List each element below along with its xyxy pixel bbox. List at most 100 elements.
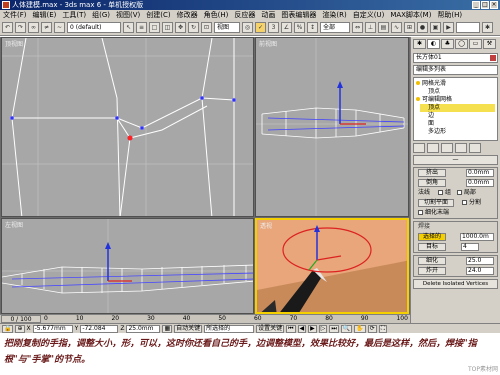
named-selection-dropdown[interactable]: 0 (default) [67, 22, 121, 33]
spinner-snap-icon[interactable]: ↕ [307, 22, 318, 33]
object-name-field[interactable]: 长方体01 [413, 53, 498, 63]
rollout-divider[interactable]: — [413, 155, 498, 165]
link-icon[interactable]: ∞ [28, 22, 39, 33]
maximize-button[interactable]: □ [481, 1, 489, 9]
display-tab-icon[interactable]: ▭ [469, 39, 482, 49]
mirror-icon[interactable]: ⇔ [352, 22, 363, 33]
window-crossing-icon[interactable]: ◫ [162, 22, 173, 33]
menu-animation[interactable]: 动画 [261, 10, 275, 20]
remove-isolated-button[interactable]: Delete Isolated Vertices [413, 279, 498, 289]
key-filter-dropdown[interactable]: 所选择的 [204, 324, 255, 333]
menu-edit[interactable]: 编辑(E) [33, 10, 57, 20]
menu-views[interactable]: 视图(V) [116, 10, 140, 20]
object-color-swatch[interactable] [490, 55, 496, 61]
group-radio-dot[interactable] [437, 190, 443, 195]
select-icon[interactable]: ↖ [123, 22, 134, 33]
render-scene-icon[interactable]: ▣ [430, 22, 441, 33]
viewport-left[interactable]: 左视图 [1, 218, 254, 314]
redo-icon[interactable]: ↷ [15, 22, 26, 33]
lock-selection-icon[interactable]: 🔒 [2, 324, 14, 333]
extrude-spinner[interactable]: 0.0mm [466, 169, 494, 177]
auto-key-button[interactable]: 自动关键 [174, 324, 203, 333]
hierarchy-tab-icon[interactable]: ♣ [441, 39, 454, 49]
absolute-mode-icon[interactable]: ⊕ [15, 324, 25, 333]
menu-group[interactable]: 组(G) [92, 10, 110, 20]
render-last-icon[interactable]: ✱ [482, 22, 493, 33]
stack-item-vertex[interactable]: 顶点 [420, 104, 495, 112]
split-checkbox[interactable]: 分割 [462, 198, 481, 208]
play-icon[interactable]: ▶ [308, 324, 317, 333]
next-frame-icon[interactable]: ▷ [318, 324, 328, 333]
selection-filter-dropdown[interactable]: 全部 [320, 22, 350, 33]
go-to-end-icon[interactable]: ⏭ [329, 324, 339, 333]
make-unique-icon[interactable] [441, 143, 453, 153]
menu-reactor[interactable]: 反应器 [234, 10, 255, 20]
select-by-name-icon[interactable]: ≡ [136, 22, 147, 33]
viewport-label-top[interactable]: 顶视图 [5, 39, 23, 48]
weld-target-spinner[interactable]: 4 [461, 243, 479, 251]
group-radio[interactable]: 组 [437, 189, 451, 196]
split-check[interactable] [462, 200, 467, 205]
tessellate-button[interactable]: 细化 [418, 257, 446, 265]
select-manipulate-icon[interactable]: ✓ [255, 22, 266, 33]
slice-plane-button[interactable]: 切割平面 [418, 199, 454, 207]
weld-threshold-spinner[interactable]: 1000.0m [460, 233, 494, 241]
local-radio[interactable]: 局部 [456, 189, 476, 196]
create-tab-icon[interactable]: ✱ [413, 39, 426, 49]
menu-modifiers[interactable]: 修改器 [177, 10, 198, 20]
explode-spinner[interactable]: 24.0 [466, 267, 494, 275]
maximize-viewport-icon[interactable]: ⛶ [378, 324, 388, 333]
select-move-icon[interactable]: ✥ [175, 22, 186, 33]
bulb-icon[interactable] [416, 97, 420, 101]
snap-toggle-icon[interactable]: 3 [268, 22, 279, 33]
menu-character[interactable]: 角色(H) [204, 10, 229, 20]
configure-sets-icon[interactable] [469, 143, 481, 153]
stack-item-polygon[interactable]: 多边形 [428, 128, 446, 136]
weld-selected-button[interactable]: 选择的 [418, 233, 446, 241]
layer-manager-icon[interactable]: ▤ [378, 22, 389, 33]
chamfer-button[interactable]: 倒角 [418, 179, 446, 187]
stack-item-meshsmooth[interactable]: 网格光滑 [416, 80, 446, 88]
menu-rendering[interactable]: 渲染(R) [322, 10, 346, 20]
show-end-result-icon[interactable] [427, 143, 439, 153]
time-slider[interactable]: 0 / 100 [1, 315, 41, 323]
remove-modifier-icon[interactable] [455, 143, 467, 153]
y-coordinate-field[interactable]: -72.084 [80, 324, 119, 333]
pivot-center-icon[interactable]: ◎ [242, 22, 253, 33]
x-coordinate-field[interactable]: -5.677mm [32, 324, 73, 333]
zoom-icon[interactable]: 🔍 [340, 324, 353, 333]
local-radio-dot[interactable] [456, 190, 462, 195]
stack-item-edge[interactable]: 边 [428, 112, 434, 120]
viewport-label-front[interactable]: 前视图 [259, 39, 277, 48]
set-key-button[interactable]: 设置关键 [256, 324, 285, 333]
angle-snap-icon[interactable]: ∠ [281, 22, 292, 33]
reference-coordinate-dropdown[interactable]: 视图 [214, 22, 240, 33]
material-editor-icon[interactable]: ● [417, 22, 428, 33]
grid-icon[interactable]: ▦ [162, 324, 173, 333]
modifier-list-dropdown[interactable]: 编辑多列表 [413, 65, 498, 75]
tessellate-spinner[interactable]: 25.0 [466, 257, 494, 265]
undo-icon[interactable]: ↶ [2, 22, 13, 33]
extrude-button[interactable]: 挤出 [418, 169, 446, 177]
minimize-button[interactable]: _ [472, 1, 480, 9]
viewport-label-left[interactable]: 左视图 [5, 220, 23, 229]
pin-stack-icon[interactable] [413, 143, 425, 153]
align-icon[interactable]: ⊥ [365, 22, 376, 33]
percent-snap-icon[interactable]: % [294, 22, 305, 33]
viewport-perspective[interactable]: 透视 [255, 218, 409, 314]
quick-render-icon[interactable]: ▶ [443, 22, 454, 33]
utilities-tab-icon[interactable]: ⚒ [483, 39, 496, 49]
weld-target-button[interactable]: 目标 [418, 243, 446, 251]
stack-item-face[interactable]: 面 [428, 120, 434, 128]
select-scale-icon[interactable]: ⊡ [201, 22, 212, 33]
pan-icon[interactable]: ✋ [354, 324, 366, 333]
render-type-dropdown[interactable] [456, 22, 480, 33]
viewport-front[interactable]: 前视图 [255, 37, 409, 217]
explode-button[interactable]: 炸开 [418, 267, 446, 275]
go-to-start-icon[interactable]: ⏮ [286, 324, 296, 333]
schematic-view-icon[interactable]: ⊞ [404, 22, 415, 33]
motion-tab-icon[interactable]: ◯ [455, 39, 468, 49]
z-coordinate-field[interactable]: 25.0mm [126, 324, 161, 333]
chamfer-spinner[interactable]: 0.0mm [466, 179, 494, 187]
select-rotate-icon[interactable]: ↻ [188, 22, 199, 33]
